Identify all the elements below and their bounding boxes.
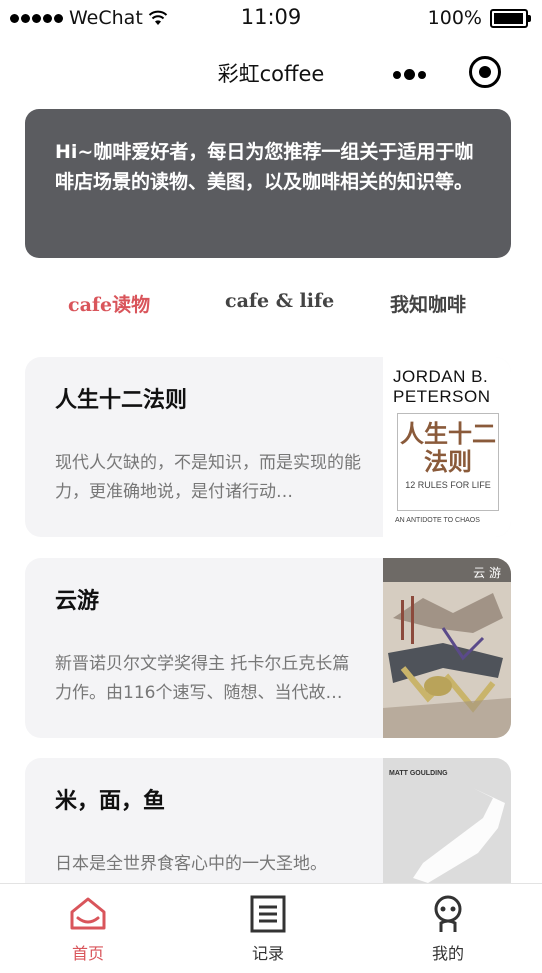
- home-icon: [70, 897, 106, 930]
- tab-cafe-life[interactable]: cafe & life: [225, 290, 334, 312]
- cover-artwork: [383, 558, 511, 738]
- tab-coffee-knowledge[interactable]: 我知咖啡: [390, 290, 466, 317]
- more-menu-icon[interactable]: [393, 69, 426, 80]
- bottom-tab-bar: 首页 记录 我的: [0, 883, 542, 973]
- navigation-bar: 彩虹coffee: [0, 44, 542, 100]
- tabbar-label: 我的: [431, 944, 464, 963]
- book-description: 日本是全世界食客心中的一大圣地。: [55, 854, 327, 874]
- book-title: 米，面，鱼: [55, 789, 166, 814]
- cover-title: 云 游: [473, 566, 501, 580]
- cover-footer: AN ANTIDOTE TO CHAOS: [395, 517, 480, 524]
- battery-percent: 100%: [427, 7, 482, 29]
- intro-banner: Hi~咖啡爱好者，每日为您推荐一组关于适用于咖啡店场景的读物、美图，以及咖啡相关…: [25, 109, 511, 258]
- book-description: 新晋诺贝尔文学奖得主 托卡尔丘克长篇力作。由116个速写、随想、当代故…: [55, 654, 350, 703]
- category-tabs: cafe读物 cafe & life 我知咖啡: [0, 290, 542, 326]
- close-miniprogram-icon[interactable]: [469, 56, 501, 88]
- book-card[interactable]: 人生十二法则 现代人欠缺的，不是知识，而是实现的能力，更准确地说，是付诸行动… …: [25, 357, 511, 537]
- tab-cafe-reading[interactable]: cafe读物: [68, 290, 150, 317]
- document-icon: [250, 895, 286, 933]
- book-description: 现代人欠缺的，不是知识，而是实现的能力，更准确地说，是付诸行动…: [55, 453, 361, 502]
- cover-author: JORDAN B. PETERSON: [393, 367, 491, 406]
- cover-title-box: 人生十二法则 12 RULES FOR LIFE: [397, 413, 499, 511]
- battery-icon: [490, 8, 531, 28]
- tabbar-records[interactable]: 记录: [223, 884, 313, 973]
- tabbar-label: 记录: [251, 944, 284, 963]
- page-title: 彩虹coffee: [217, 62, 325, 86]
- profile-icon: [434, 895, 462, 932]
- book-cover-image: 云 游: [383, 558, 511, 738]
- book-title: 人生十二法则: [55, 388, 188, 413]
- battery-area: 100%: [427, 7, 531, 29]
- book-card[interactable]: 云游 新晋诺贝尔文学奖得主 托卡尔丘克长篇力作。由116个速写、随想、当代故… …: [25, 558, 511, 738]
- status-bar: WeChat 11:09 100%: [0, 0, 542, 36]
- book-title: 云游: [55, 589, 100, 614]
- book-cover-image: JORDAN B. PETERSON 人生十二法则 12 RULES FOR L…: [383, 357, 511, 537]
- cover-subtitle: 12 RULES FOR LIFE: [405, 480, 491, 490]
- cover-title: 人生十二法则: [400, 420, 496, 476]
- tabbar-home[interactable]: 首页: [43, 884, 133, 973]
- tabbar-profile[interactable]: 我的: [403, 884, 493, 973]
- tabbar-label: 首页: [71, 944, 104, 963]
